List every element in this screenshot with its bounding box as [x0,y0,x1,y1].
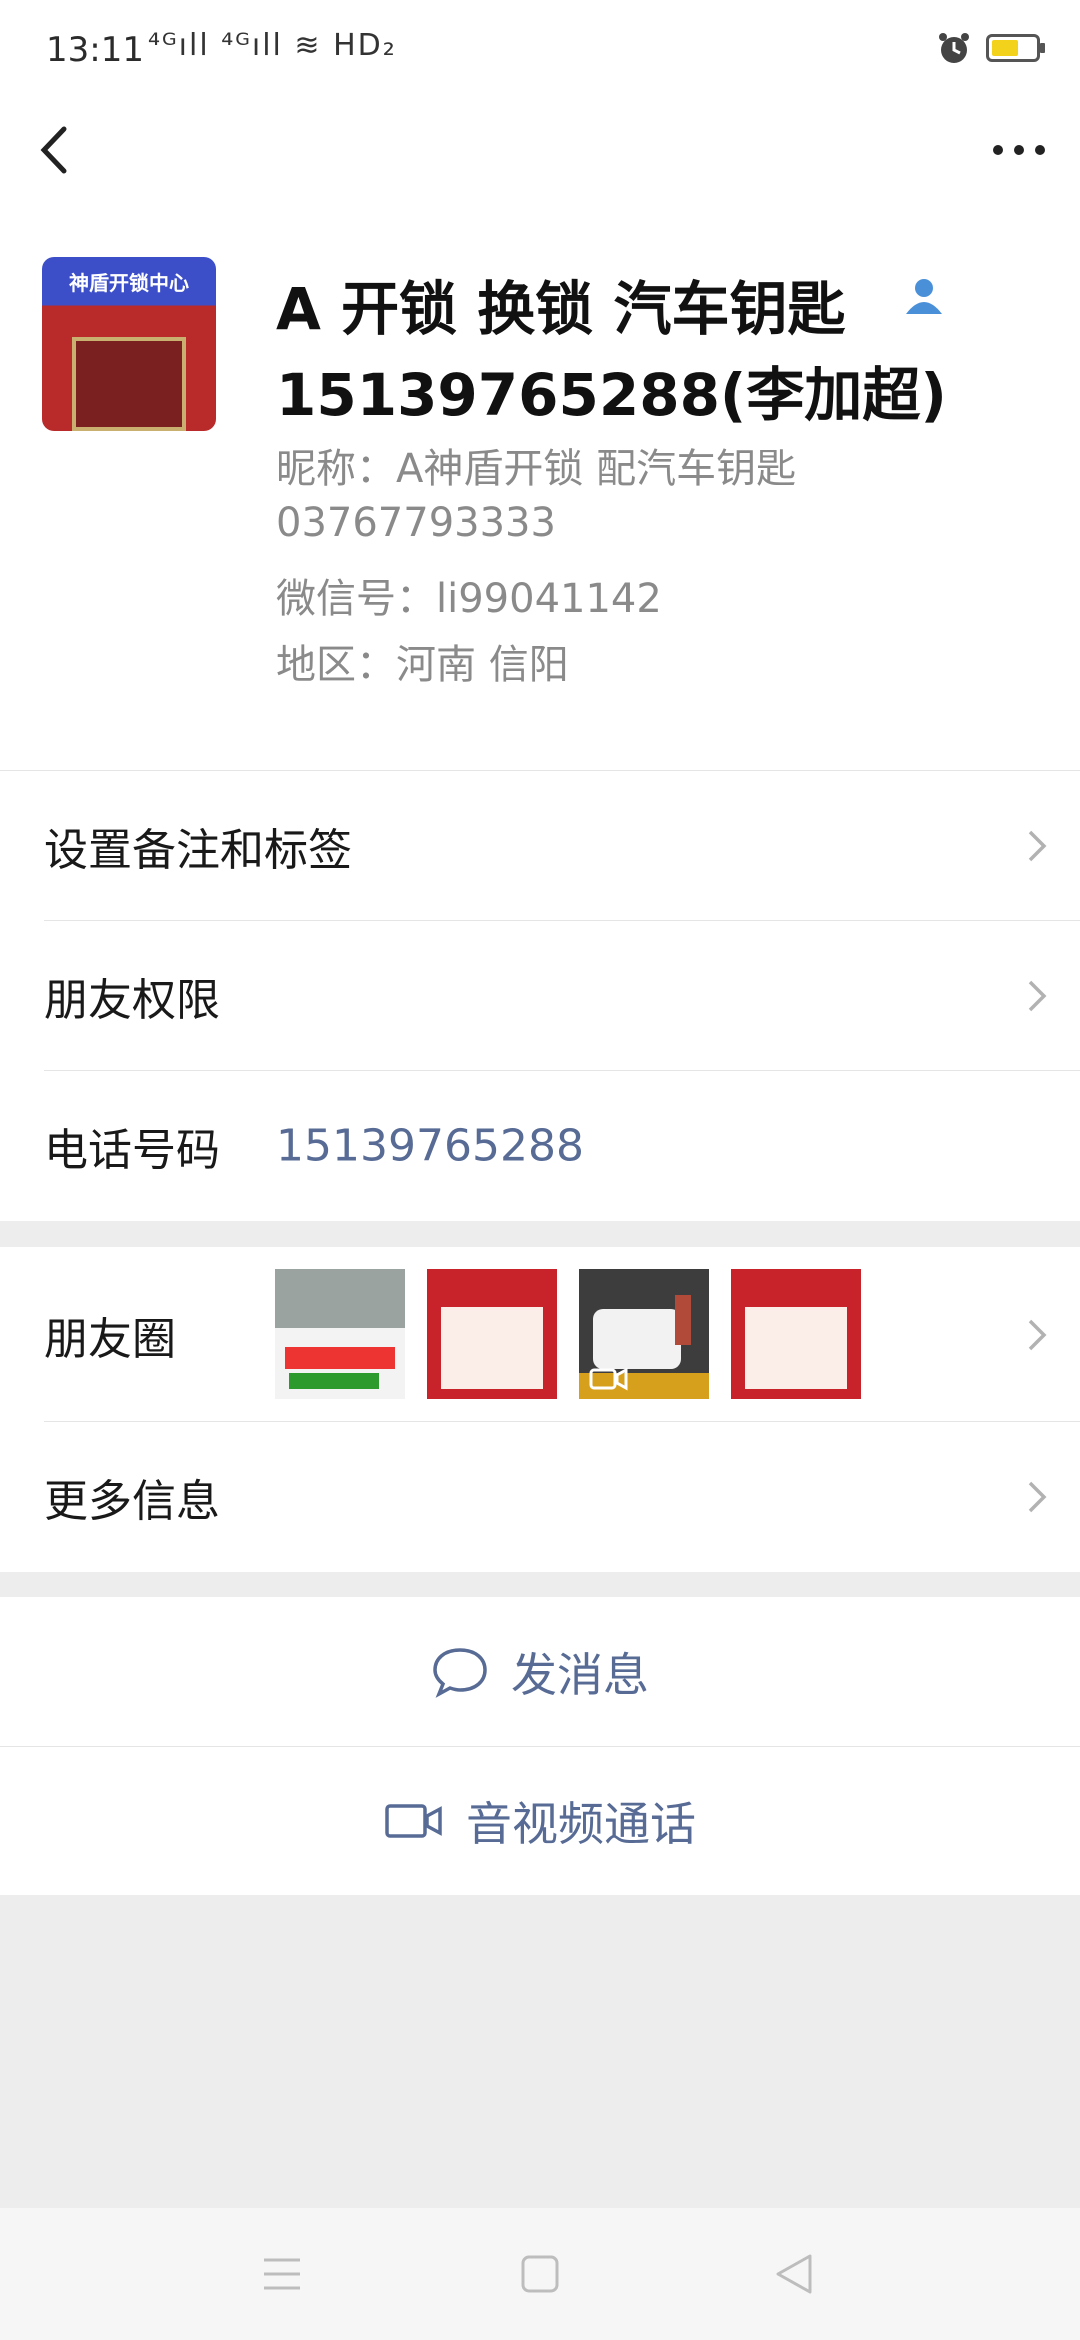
avatar-door-image [72,337,186,431]
row-remark-label: 设置备注和标签 [44,825,352,876]
row-permissions-label: 朋友权限 [44,975,220,1026]
chevron-right-icon [1028,1481,1047,1513]
row-phone: 电话号码 15139765288 [0,1071,1080,1221]
video-call-content: 音视频通话 [0,1788,1080,1854]
video-call-label: 音视频通话 [466,1797,696,1851]
back-nav-icon[interactable] [774,2252,814,2296]
nickname-line2: 03767793333 [276,500,556,546]
contact-person-icon [900,272,948,320]
moments-thumbnail [731,1269,861,1399]
menu-icon[interactable] [262,2256,302,2292]
contact-name-line2: 15139765288(李加超) [276,361,947,429]
row-moments[interactable]: 朋友圈 [0,1247,1080,1422]
system-nav-bar [0,2208,1080,2340]
chat-bubble-icon [433,1648,487,1698]
row-phone-label: 电话号码 [44,1125,220,1176]
row-more-info[interactable]: 更多信息 [0,1422,1080,1572]
back-button[interactable] [26,115,86,185]
home-icon[interactable] [520,2254,560,2294]
row-remark-tags[interactable]: 设置备注和标签 [0,771,1080,921]
row-moments-label: 朋友圈 [44,1313,176,1365]
region: 地区：河南 信阳 [276,642,569,688]
status-time: 13:11 [46,30,144,70]
ellipsis-icon [993,145,1045,155]
moments-thumbnail [427,1269,557,1399]
avatar-sign-text: 神盾开锁中心 [69,271,189,295]
signal-icons: ⁴ᴳıll ⁴ᴳıll ≋ HD₂ [148,28,397,63]
video-badge-icon [589,1367,628,1391]
phone-number-link[interactable]: 15139765288 [276,1121,584,1172]
more-button[interactable] [984,120,1054,180]
status-right [936,30,1045,66]
row-more-info-label: 更多信息 [44,1476,220,1527]
row-friend-permissions[interactable]: 朋友权限 [0,921,1080,1071]
chevron-right-icon [1028,980,1047,1012]
nickname: 昵称：A神盾开锁 配汽车钥匙 [276,446,797,492]
moments-thumbnail [275,1269,405,1399]
chevron-right-icon [1028,830,1047,862]
chevron-left-icon [40,126,67,174]
battery-icon [986,34,1045,62]
wechat-id: 微信号：li99041142 [276,576,662,622]
send-message-label: 发消息 [511,1648,649,1702]
avatar[interactable]: 神盾开锁中心 [42,257,216,431]
status-bar: 13:11 ⁴ᴳıll ⁴ᴳıll ≋ HD₂ [0,0,1080,110]
send-message-button[interactable]: 发消息 [0,1597,1080,1747]
video-camera-icon [385,1804,442,1838]
chevron-right-icon [1028,1319,1047,1350]
contact-name-line1: A 开锁 换锁 汽车钥匙 [276,275,846,343]
alarm-icon [939,33,969,63]
moments-thumbnail [579,1269,709,1399]
send-message-content: 发消息 [0,1639,1080,1705]
video-call-button[interactable]: 音视频通话 [0,1747,1080,1895]
